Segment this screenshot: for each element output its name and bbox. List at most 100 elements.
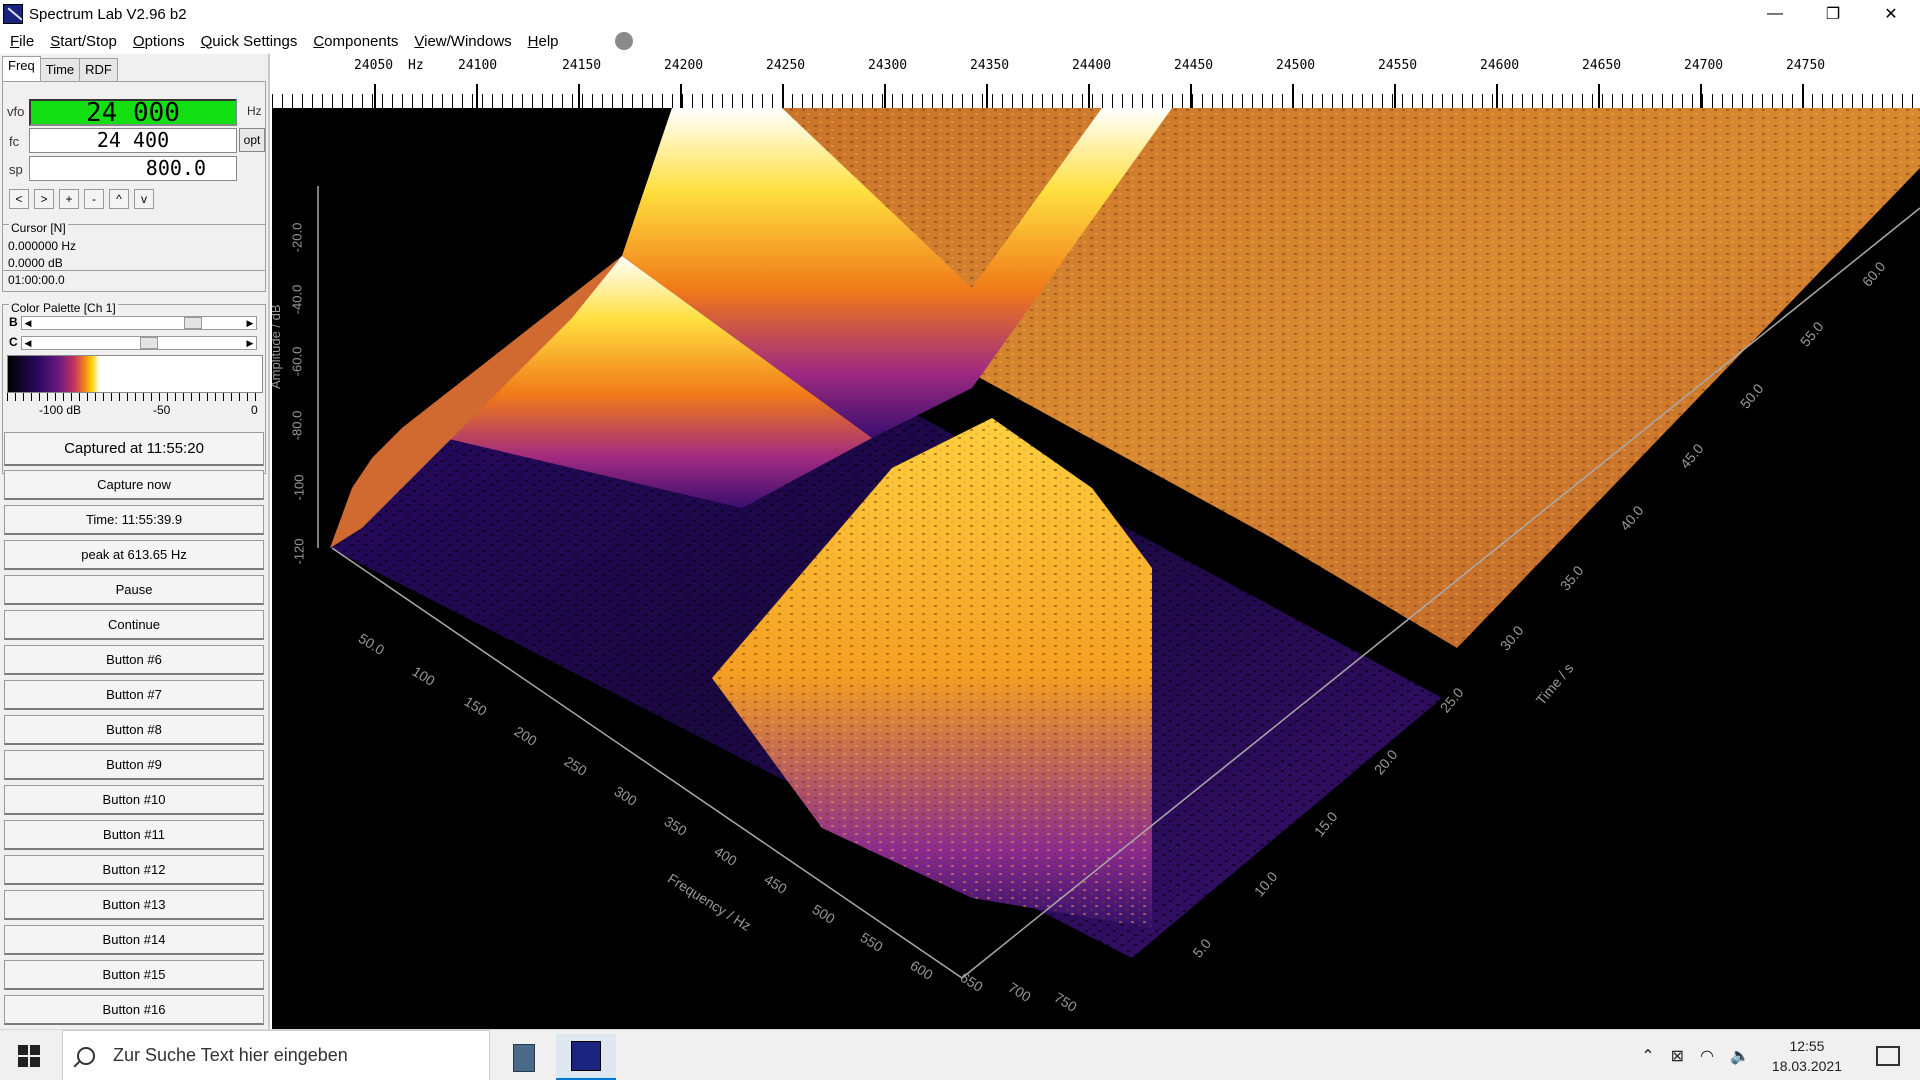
freq-major-tick [884,84,886,108]
button-13[interactable]: Button #13 [4,890,264,920]
amplitude-tick: -80.0 [289,410,305,441]
contrast-label: C [9,335,18,349]
step-down-button[interactable]: v [134,189,154,209]
frequency-scale[interactable]: 24050 Hz 24100 24150 24200 24250 24300 2… [272,54,1920,108]
button-16[interactable]: Button #16 [4,995,264,1025]
fc-label: fc [9,134,20,149]
brightness-track[interactable]: ◀ ▶ [21,316,257,330]
menu-help[interactable]: Help [528,33,559,50]
button-9[interactable]: Button #9 [4,750,264,780]
freq-major-tick [680,84,682,108]
zoom-out-button[interactable]: - [84,189,104,209]
clock-time: 12:55 [1789,1037,1825,1054]
step-right-button[interactable]: > [34,189,54,209]
freq-label: 24600 [1480,58,1520,73]
freq-major-tick [578,84,580,108]
color-palette-bar[interactable] [7,355,263,393]
windows-start-icon[interactable] [18,1045,40,1067]
button-12[interactable]: Button #12 [4,855,264,885]
cursor-info: Cursor [N] 0.000000 Hz 0.0000 dB 01:00:0… [2,221,266,292]
system-tray: ⌃ ⊠ ◠ 🔈 12:55 18.03.2021 [1633,1030,1920,1080]
capture-now-button[interactable]: Capture now [4,470,264,500]
taskbar-calculator[interactable] [494,1034,554,1080]
palette-scale-ticks [7,393,263,401]
freq-major-tick [1496,84,1498,108]
button-10[interactable]: Button #10 [4,785,264,815]
freq-unit: Hz [408,58,424,73]
freq-major-tick [782,84,784,108]
cursor-time: 01:00:00.0 [8,273,65,287]
freq-label: 24500 [1276,58,1316,73]
spectrum-3d-plot[interactable]: 24050 Hz 24100 24150 24200 24250 24300 2… [272,54,1920,1029]
menu-options[interactable]: Options [133,33,185,50]
freq-label: 24150 [562,58,602,73]
wifi-icon[interactable]: ◠ [1700,1046,1714,1066]
menu-quick-settings[interactable]: Quick Settings [201,33,298,50]
peak-button[interactable]: peak at 613.65 Hz [4,540,264,570]
restore-button[interactable]: ❐ [1804,0,1862,28]
arrow-right-icon[interactable]: ▶ [244,337,256,349]
cursor-title: Cursor [N] [9,221,68,235]
volume-icon[interactable]: 🔈 [1730,1046,1750,1066]
amplitude-tick: -60.0 [289,346,305,377]
freq-label: 24550 [1378,58,1418,73]
contrast-thumb[interactable] [140,337,158,349]
close-button[interactable]: ✕ [1862,0,1920,28]
menu-view-windows[interactable]: View/Windows [414,33,511,50]
system-clock[interactable]: 12:55 18.03.2021 [1772,1036,1842,1076]
freq-label: 24700 [1684,58,1724,73]
button-8[interactable]: Button #8 [4,715,264,745]
freq-scale-ticks [272,94,1920,108]
contrast-track[interactable]: ◀ ▶ [21,336,257,350]
spectrum-lab-icon [571,1041,601,1071]
button-14[interactable]: Button #14 [4,925,264,955]
tab-rdf[interactable]: RDF [79,58,118,82]
notification-icon[interactable] [1876,1045,1900,1066]
button-7[interactable]: Button #7 [4,680,264,710]
tab-freq[interactable]: Freq [2,56,41,82]
step-up-button[interactable]: ^ [109,189,129,209]
menu-components[interactable]: Components [313,33,398,50]
freq-label: 24200 [664,58,704,73]
freq-major-tick [476,84,478,108]
arrow-left-icon[interactable]: ◀ [22,337,34,349]
menu-start-stop[interactable]: Start/Stop [50,33,117,50]
tab-time[interactable]: Time [39,58,81,82]
record-indicator-icon[interactable] [614,32,633,50]
freq-label: 24100 [458,58,498,73]
menu-file[interactable]: File [10,33,34,50]
brightness-slider[interactable]: B ◀ ▶ [7,315,263,331]
freq-label: 24300 [868,58,908,73]
opt-button[interactable]: opt [239,128,265,152]
freq-major-tick [374,84,376,108]
freq-major-tick [1088,84,1090,108]
step-left-button[interactable]: < [9,189,29,209]
brightness-thumb[interactable] [184,317,202,329]
button-6[interactable]: Button #6 [4,645,264,675]
button-15[interactable]: Button #15 [4,960,264,990]
time-button[interactable]: Time: 11:55:39.9 [4,505,264,535]
menu-bar: File Start/Stop Options Quick Settings C… [0,28,1920,54]
arrow-right-icon[interactable]: ▶ [244,317,256,329]
minimize-button[interactable]: — [1746,0,1804,28]
pause-button[interactable]: Pause [4,575,264,605]
amplitude-tick: -100 [291,474,307,501]
palette-scale-max: 0 [251,403,258,417]
vfo-display[interactable]: 24 000 [29,99,237,126]
palette-scale-mid: -50 [153,403,171,417]
taskbar-search-box[interactable]: Zur Suche Text hier eingeben [62,1030,490,1080]
contrast-slider[interactable]: C ◀ ▶ [7,335,263,351]
arrow-left-icon[interactable]: ◀ [22,317,34,329]
fc-input[interactable]: 24 400 [29,128,237,153]
button-11[interactable]: Button #11 [4,820,264,850]
captured-at-button[interactable]: Captured at 11:55:20 [4,432,264,466]
network-disconnected-icon[interactable]: ⊠ [1671,1046,1684,1066]
sp-input[interactable]: 800.0 [29,156,237,181]
cursor-frequency: 0.000000 Hz [8,239,77,253]
zoom-in-button[interactable]: + [59,189,79,209]
chevron-up-icon[interactable]: ⌃ [1641,1046,1654,1066]
spectrum-lab-app-icon[interactable] [3,4,23,24]
taskbar-spectrum-lab[interactable] [556,1034,616,1080]
search-placeholder: Zur Suche Text hier eingeben [113,1045,348,1065]
continue-button[interactable]: Continue [4,610,264,640]
